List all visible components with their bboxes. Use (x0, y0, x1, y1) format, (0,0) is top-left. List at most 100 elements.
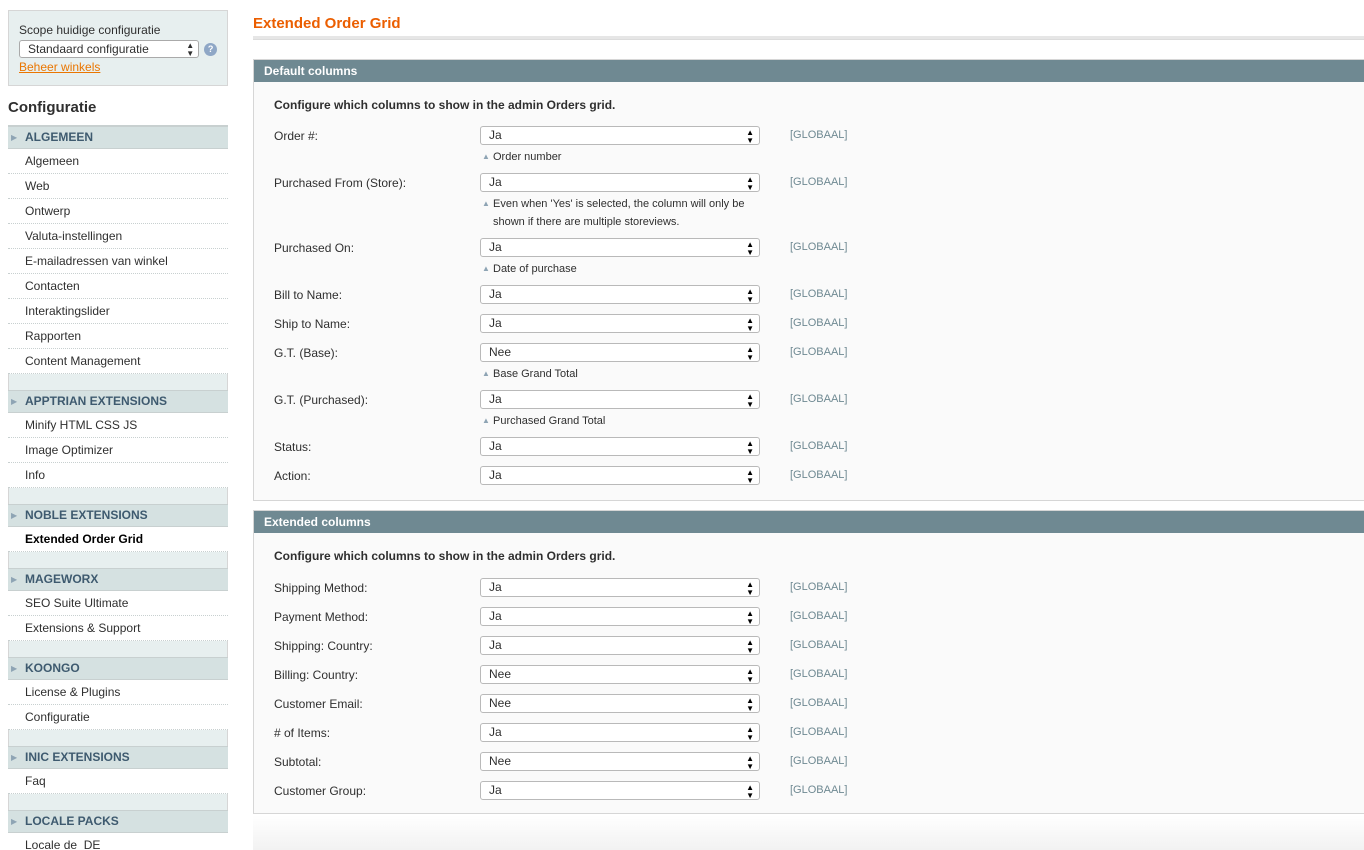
scope-badge: [GLOBAAL] (790, 726, 848, 738)
manage-stores-link[interactable]: Beheer winkels (19, 60, 100, 74)
sidebar-item[interactable]: Ontwerp (8, 199, 228, 224)
scope-label: Scope huidige configuratie (19, 23, 161, 37)
config-section: Default columns Configure which columns t… (253, 59, 1364, 501)
nav-group-header[interactable]: ▶ APPTRIAN EXTENSIONS (8, 390, 228, 413)
field-label: Bill to Name: (274, 288, 343, 302)
sidebar-item[interactable]: Locale de_DE (8, 833, 228, 850)
group-spacer (8, 641, 228, 657)
field-note: ▲ Order number (480, 148, 760, 166)
nav-group-title: LOCALE PACKS (25, 814, 119, 828)
nav-group-header[interactable]: ▶ NOBLE EXTENSIONS (8, 504, 228, 527)
nav-group-title: MAGEWORX (25, 572, 99, 586)
config-row: Shipping Method: Ja ▲ ▼ [GLOBAAL] (254, 578, 1364, 598)
yes-no-select[interactable]: Ja ▲ ▼ (480, 238, 760, 257)
field-label: Payment Method: (274, 610, 369, 624)
nav-group-header[interactable]: ▶ LOCALE PACKS (8, 810, 228, 833)
config-row: Status: Ja ▲ ▼ [GLOBAAL] (254, 437, 1364, 457)
field-label: Ship to Name: (274, 317, 351, 331)
nav-group-header[interactable]: ▶ INIC EXTENSIONS (8, 746, 228, 769)
yes-no-select[interactable]: Nee ▲ ▼ (480, 694, 760, 713)
group-spacer (8, 730, 228, 746)
yes-no-select[interactable]: Ja ▲ ▼ (480, 173, 760, 192)
nav-group-items: Minify HTML CSS JS Image Optimizer Info (8, 413, 228, 488)
field-note-text: Base Grand Total (493, 368, 578, 380)
sidebar-item[interactable]: Web (8, 174, 228, 199)
sidebar-item[interactable]: Interaktingslider (8, 299, 228, 324)
sidebar-item[interactable]: Info (8, 463, 228, 488)
select-value: Ja (489, 392, 502, 406)
config-row: Order #: Ja ▲ ▼ [GLOBAAL] ▲ Order number (254, 126, 1364, 163)
yes-no-select[interactable]: Ja ▲ ▼ (480, 607, 760, 626)
config-row: Action: Ja ▲ ▼ [GLOBAAL] (254, 466, 1364, 486)
nav-group-items: Extended Order Grid (8, 527, 228, 552)
sidebar-item[interactable]: E-mailadressen van winkel (8, 249, 228, 274)
select-value: Ja (489, 316, 502, 330)
section-header[interactable]: Default columns (254, 60, 1364, 82)
yes-no-select[interactable]: Ja ▲ ▼ (480, 781, 760, 800)
select-value: Ja (489, 240, 502, 254)
group-spacer (8, 374, 228, 390)
section-header[interactable]: Extended columns (254, 511, 1364, 533)
nav-group-title: INIC EXTENSIONS (25, 750, 130, 764)
yes-no-select[interactable]: Nee ▲ ▼ (480, 752, 760, 771)
nav-group-items: SEO Suite Ultimate Extensions & Support (8, 591, 228, 641)
yes-no-select[interactable]: Ja ▲ ▼ (480, 437, 760, 456)
nav-group-title: NOBLE EXTENSIONS (25, 508, 148, 522)
select-arrows-icon: ▲ ▼ (746, 240, 754, 257)
footer-shade (253, 815, 1364, 850)
field-label: Shipping Method: (274, 581, 368, 595)
config-row: Bill to Name: Ja ▲ ▼ [GLOBAAL] (254, 285, 1364, 305)
sidebar-item[interactable]: Valuta-instellingen (8, 224, 228, 249)
yes-no-select[interactable]: Nee ▲ ▼ (480, 665, 760, 684)
sidebar-item[interactable]: License & Plugins (8, 680, 228, 705)
scope-badge: [GLOBAAL] (790, 129, 848, 141)
config-row: Customer Group: Ja ▲ ▼ [GLOBAAL] (254, 781, 1364, 801)
group-spacer (8, 488, 228, 504)
yes-no-select[interactable]: Ja ▲ ▼ (480, 723, 760, 742)
sidebar-item[interactable]: Extended Order Grid (8, 527, 228, 552)
help-icon[interactable]: ? (204, 42, 217, 56)
select-value: Ja (489, 175, 502, 189)
sidebar-item[interactable]: Extensions & Support (8, 616, 228, 641)
yes-no-select[interactable]: Ja ▲ ▼ (480, 314, 760, 333)
sidebar-item[interactable]: Faq (8, 769, 228, 794)
field-label: G.T. (Base): (274, 346, 339, 360)
sidebar-item[interactable]: Image Optimizer (8, 438, 228, 463)
sidebar-item[interactable]: Algemeen (8, 149, 228, 174)
select-arrows-icon: ▲ ▼ (746, 667, 754, 684)
nav-group-header[interactable]: ▶ KOONGO (8, 657, 228, 680)
config-row: G.T. (Purchased): Ja ▲ ▼ [GLOBAAL] ▲ Purchased… (254, 390, 1364, 427)
yes-no-select[interactable]: Ja ▲ ▼ (480, 285, 760, 304)
nav-group-header[interactable]: ▶ ALGEMEEN (8, 126, 228, 149)
select-arrows-icon: ▲ ▼ (186, 41, 195, 58)
nav-group-items: Algemeen Web Ontwerp Valuta-instellingen E-m… (8, 149, 228, 374)
nav-group-header[interactable]: ▶ MAGEWORX (8, 568, 228, 591)
nav-group-items: License & Plugins Configuratie (8, 680, 228, 730)
sidebar-item[interactable]: Rapporten (8, 324, 228, 349)
yes-no-select[interactable]: Ja ▲ ▼ (480, 126, 760, 145)
yes-no-select[interactable]: Ja ▲ ▼ (480, 390, 760, 409)
yes-no-select[interactable]: Ja ▲ ▼ (480, 578, 760, 597)
field-note: ▲ Base Grand Total (480, 365, 760, 383)
yes-no-select[interactable]: Nee ▲ ▼ (480, 343, 760, 362)
select-arrows-icon: ▲ ▼ (746, 638, 754, 655)
scope-badge: [GLOBAAL] (790, 346, 848, 358)
note-arrow-icon: ▲ (482, 152, 490, 161)
select-arrows-icon: ▲ ▼ (746, 345, 754, 362)
sidebar-item[interactable]: Minify HTML CSS JS (8, 413, 228, 438)
yes-no-select[interactable]: Ja ▲ ▼ (480, 466, 760, 485)
sidebar-item[interactable]: SEO Suite Ultimate (8, 591, 228, 616)
sidebar-item[interactable]: Content Management (8, 349, 228, 374)
field-label: Billing: Country: (274, 668, 359, 682)
yes-no-select[interactable]: Ja ▲ ▼ (480, 636, 760, 655)
note-arrow-icon: ▲ (482, 369, 490, 378)
page-title: Extended Order Grid (253, 15, 401, 32)
sidebar-item[interactable]: Configuratie (8, 705, 228, 730)
nav-group-title: ALGEMEEN (25, 130, 94, 144)
select-arrows-icon: ▲ ▼ (746, 175, 754, 192)
sidebar-item[interactable]: Contacten (8, 274, 228, 299)
scope-select[interactable]: Standaard configuratie ▲ ▼ (19, 40, 200, 58)
config-row: Shipping: Country: Ja ▲ ▼ [GLOBAAL] (254, 636, 1364, 656)
group-spacer (8, 552, 228, 568)
field-note-text: Even when 'Yes' is selected, the column … (493, 198, 745, 228)
